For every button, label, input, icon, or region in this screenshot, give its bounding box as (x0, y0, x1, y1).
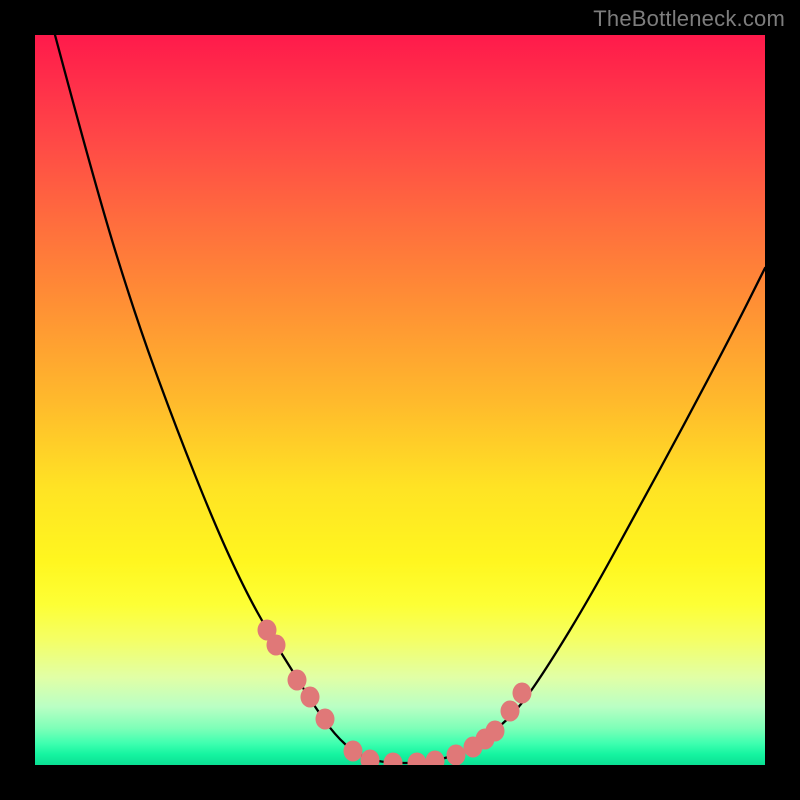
background-gradient (35, 35, 765, 765)
watermark-text: TheBottleneck.com (593, 6, 785, 32)
plot-area (35, 35, 765, 765)
chart-stage: TheBottleneck.com (0, 0, 800, 800)
